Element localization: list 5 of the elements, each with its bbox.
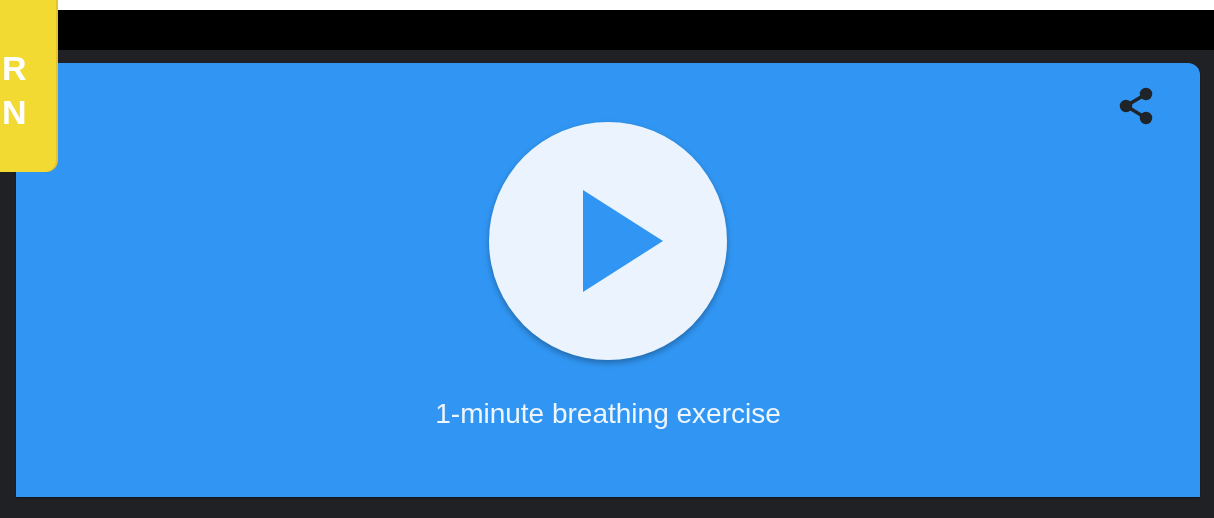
play-icon xyxy=(583,190,663,292)
badge-letter: R xyxy=(2,48,27,89)
share-icon xyxy=(1118,86,1154,126)
badge-letter: N xyxy=(2,92,27,133)
video-title: 1-minute breathing exercise xyxy=(435,398,781,430)
